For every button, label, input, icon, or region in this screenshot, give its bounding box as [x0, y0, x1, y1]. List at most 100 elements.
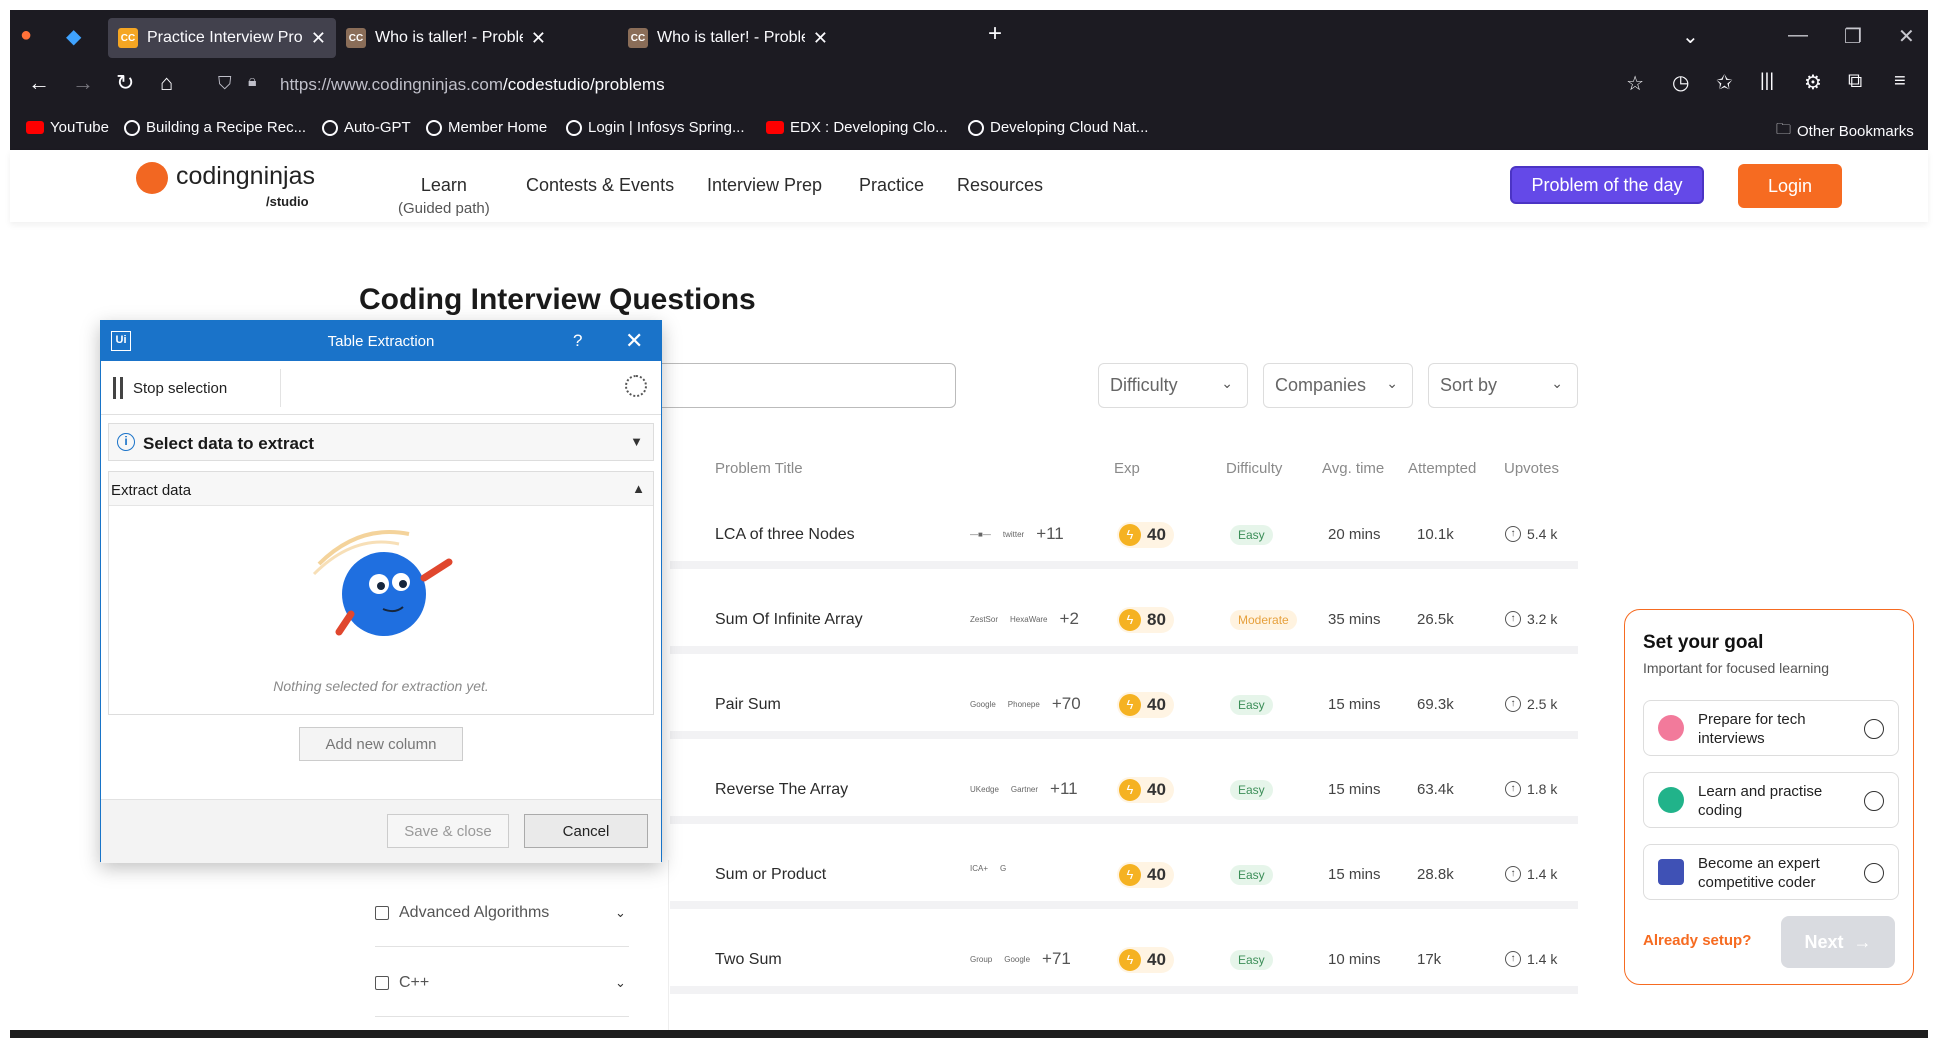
already-setup-link[interactable]: Already setup?: [1643, 932, 1751, 949]
bookmark-edx[interactable]: EDX : Developing Clo...: [766, 119, 948, 136]
forward-icon[interactable]: →: [72, 70, 94, 96]
problem-title[interactable]: Reverse The Array: [715, 781, 848, 799]
pocket-icon[interactable]: ✩: [1716, 70, 1733, 95]
home-icon[interactable]: ⌂: [160, 70, 173, 96]
reload-icon[interactable]: ↻: [116, 70, 134, 96]
gem-icon[interactable]: ◆: [66, 24, 81, 49]
sort-by-dropdown[interactable]: Sort by ⌄: [1428, 363, 1578, 408]
goal-option-competitive[interactable]: Become an expert competitive coder: [1643, 844, 1899, 900]
chevron-down-icon[interactable]: ▼: [630, 434, 643, 449]
col-header-avg-time: Avg. time: [1322, 460, 1385, 477]
search-input[interactable]: [620, 363, 956, 408]
hamburger-menu-icon[interactable]: ≡: [1894, 70, 1906, 93]
dialog-toolbar: Stop selection: [101, 361, 661, 415]
goal-option-interviews[interactable]: Prepare for tech interviews: [1643, 700, 1899, 756]
nav-contests-events[interactable]: Contests & Events: [526, 175, 674, 196]
tab-who-is-taller-1[interactable]: CC Who is taller! - Problems - Cod ✕: [336, 18, 556, 58]
more-companies-count[interactable]: +11: [1050, 779, 1078, 799]
bookmark-member-home[interactable]: Member Home: [426, 119, 547, 136]
table-extraction-dialog: Ui Table Extraction ? ✕ Stop selection i…: [100, 320, 662, 863]
tab-close-icon[interactable]: ✕: [813, 28, 828, 49]
list-all-tabs-chevron-icon[interactable]: ⌄: [1682, 24, 1699, 49]
nav-practice[interactable]: Practice: [859, 175, 924, 196]
tab-close-icon[interactable]: ✕: [311, 28, 326, 49]
chevron-down-icon: ⌄: [1221, 375, 1233, 391]
select-data-section[interactable]: i Select data to extract ▼: [108, 423, 654, 461]
new-tab-icon[interactable]: +: [988, 20, 1002, 48]
bookmark-star-icon[interactable]: ☆: [1626, 71, 1644, 96]
upvotes[interactable]: ↑ 3.2 k: [1505, 611, 1557, 627]
topic-cpp[interactable]: C++ ⌄: [375, 974, 626, 992]
gear-icon[interactable]: [625, 375, 647, 397]
chevron-down-icon[interactable]: ⌄: [615, 905, 626, 921]
shield-icon[interactable]: ⛉: [218, 73, 232, 94]
robot-mascot-illustration: [312, 530, 453, 636]
firefox-icon[interactable]: ●: [20, 24, 32, 47]
tab-title: Who is taller! - Problems - Cod: [657, 29, 805, 46]
add-new-column-button[interactable]: Add new column: [299, 727, 463, 761]
nav-interview-prep[interactable]: Interview Prep: [707, 175, 822, 196]
chevron-up-icon[interactable]: ▲: [632, 481, 645, 496]
topic-checkbox[interactable]: [375, 976, 389, 990]
more-companies-count[interactable]: +70: [1052, 694, 1081, 714]
more-companies-count[interactable]: +2: [1060, 609, 1079, 629]
more-companies-count[interactable]: +11: [1036, 524, 1064, 544]
goal-radio[interactable]: [1864, 719, 1884, 739]
exp-value: 40: [1147, 525, 1166, 544]
extract-data-header[interactable]: Extract data ▲: [109, 472, 653, 506]
bookmark-autogpt[interactable]: Auto-GPT: [322, 119, 411, 136]
stop-selection-button[interactable]: Stop selection: [113, 377, 227, 399]
restore-icon[interactable]: ❐: [1844, 24, 1862, 49]
dialog-titlebar[interactable]: Ui Table Extraction ? ✕: [101, 321, 661, 361]
history-icon[interactable]: ◷: [1672, 70, 1689, 95]
save-close-button[interactable]: Save & close: [387, 814, 509, 848]
problem-of-the-day-button[interactable]: Problem of the day: [1510, 166, 1704, 204]
exp-value: 40: [1147, 695, 1166, 714]
bookmark-recipe[interactable]: Building a Recipe Rec...: [124, 119, 306, 136]
tab-close-icon[interactable]: ✕: [531, 28, 546, 49]
bookmark-cloud-native[interactable]: Developing Cloud Nat...: [968, 119, 1148, 136]
next-button[interactable]: Next →: [1781, 916, 1895, 968]
difficulty-dropdown[interactable]: Difficulty ⌄: [1098, 363, 1248, 408]
login-button[interactable]: Login: [1738, 164, 1842, 208]
problem-title[interactable]: Sum Of Infinite Array: [715, 611, 863, 629]
bookmark-infosys[interactable]: Login | Infosys Spring...: [566, 119, 744, 136]
nav-resources[interactable]: Resources: [957, 175, 1043, 196]
upvotes[interactable]: ↑ 2.5 k: [1505, 696, 1557, 712]
upvotes[interactable]: ↑ 5.4 k: [1505, 526, 1557, 542]
problem-title[interactable]: Two Sum: [715, 951, 782, 969]
window-close-icon[interactable]: ✕: [1898, 24, 1915, 49]
extensions-icon[interactable]: ⧉: [1848, 70, 1862, 93]
settings-gear-icon[interactable]: ⚙: [1804, 70, 1822, 95]
nav-learn[interactable]: Learn (Guided path): [398, 175, 490, 217]
tab-practice-problems[interactable]: CC Practice Interview Problems of t ✕: [108, 18, 336, 58]
lock-icon[interactable]: 🔒︎: [248, 73, 257, 91]
chevron-down-icon[interactable]: ⌄: [615, 975, 626, 991]
problem-title[interactable]: Pair Sum: [715, 696, 781, 714]
problem-title[interactable]: Sum or Product: [715, 866, 826, 884]
youtube-icon: [26, 121, 44, 134]
tab-who-is-taller-2[interactable]: CC Who is taller! - Problems - Cod ✕: [618, 18, 838, 58]
goal-option-learn[interactable]: Learn and practise coding: [1643, 772, 1899, 828]
upvotes[interactable]: ↑ 1.8 k: [1505, 781, 1557, 797]
back-icon[interactable]: ←: [28, 70, 50, 96]
tab-title: Practice Interview Problems of t: [147, 29, 303, 46]
close-icon[interactable]: ✕: [625, 328, 643, 354]
minimize-icon[interactable]: —: [1788, 24, 1808, 47]
url-bar[interactable]: ⛉ 🔒︎ https://www.codingninjas.com/codest…: [210, 65, 1652, 101]
library-icon[interactable]: |||: [1760, 70, 1774, 91]
other-bookmarks[interactable]: 🗀 Other Bookmarks: [1776, 119, 1914, 144]
topic-checkbox[interactable]: [375, 906, 389, 920]
upvotes[interactable]: ↑ 1.4 k: [1505, 951, 1557, 967]
more-companies-count[interactable]: +71: [1042, 949, 1071, 969]
codingninjas-logo[interactable]: codingninjas /studio: [136, 162, 315, 209]
bookmark-youtube[interactable]: YouTube: [26, 119, 109, 136]
goal-radio[interactable]: [1864, 791, 1884, 811]
topic-advanced-algorithms[interactable]: Advanced Algorithms ⌄: [375, 904, 626, 922]
upvotes[interactable]: ↑ 1.4 k: [1505, 866, 1557, 882]
goal-radio[interactable]: [1864, 863, 1884, 883]
help-icon[interactable]: ?: [573, 331, 582, 351]
cancel-button[interactable]: Cancel: [524, 814, 648, 848]
problem-title[interactable]: LCA of three Nodes: [715, 526, 855, 544]
companies-dropdown[interactable]: Companies ⌄: [1263, 363, 1413, 408]
